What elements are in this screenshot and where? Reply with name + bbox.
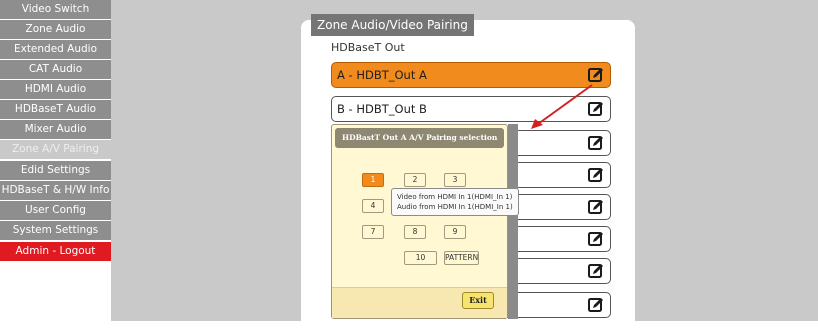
nav-admin-logout[interactable]: Admin - Logout: [0, 242, 111, 261]
edit-icon[interactable]: [587, 230, 605, 248]
source-button-2[interactable]: 2: [404, 173, 426, 187]
nav-mixer-audio[interactable]: Mixer Audio: [0, 120, 111, 139]
exit-button[interactable]: Exit: [462, 292, 494, 309]
source-button-4[interactable]: 4: [362, 199, 384, 213]
source-tooltip: Video from HDMI In 1(HDMI_In 1) Audio fr…: [391, 188, 519, 216]
source-button-3[interactable]: 3: [444, 173, 466, 187]
nav-edid-settings[interactable]: Edid Settings: [0, 161, 111, 180]
edit-icon[interactable]: [587, 198, 605, 216]
zone-label: B - HDBT_Out B: [337, 102, 427, 116]
edit-icon[interactable]: [587, 134, 605, 152]
nav-zone-av-pairing[interactable]: Zone A/V Pairing: [0, 140, 111, 159]
nav-hdbaset-hw-info[interactable]: HDBaseT & H/W Info: [0, 181, 111, 200]
nav-video-switch[interactable]: Video Switch: [0, 0, 111, 19]
zone-label: A - HDBT_Out A: [337, 68, 427, 82]
nav-extended-audio[interactable]: Extended Audio: [0, 40, 111, 59]
edit-icon[interactable]: [587, 66, 605, 84]
tooltip-audio-line: Audio from HDMI In 1(HDMI_In 1): [397, 203, 513, 211]
source-button-pattern[interactable]: PATTERN: [444, 251, 479, 265]
source-button-8[interactable]: 8: [404, 225, 426, 239]
popup-title: HDBastT Out A A/V Pairing selection: [335, 128, 504, 148]
zone-row-b[interactable]: B - HDBT_Out B: [331, 96, 611, 122]
edit-icon[interactable]: [587, 262, 605, 280]
nav-user-config[interactable]: User Config: [0, 201, 111, 220]
edit-icon[interactable]: [587, 296, 605, 314]
nav-system-settings[interactable]: System Settings: [0, 221, 111, 240]
pairing-selection-popup: HDBastT Out A A/V Pairing selection: [331, 124, 508, 319]
sidebar-nav: Video Switch Zone Audio Extended Audio C…: [0, 0, 111, 321]
nav-hdmi-audio[interactable]: HDMI Audio: [0, 80, 111, 99]
source-button-1[interactable]: 1: [362, 173, 384, 187]
nav-hdbaset-audio[interactable]: HDBaseT Audio: [0, 100, 111, 119]
section-label: HDBaseT Out: [331, 41, 405, 54]
nav-cat-audio[interactable]: CAT Audio: [0, 60, 111, 79]
source-button-7[interactable]: 7: [362, 225, 384, 239]
page-title: Zone Audio/Video Pairing: [311, 14, 474, 36]
zone-row-a[interactable]: A - HDBT_Out A: [331, 62, 611, 88]
source-button-9[interactable]: 9: [444, 225, 466, 239]
nav-zone-audio[interactable]: Zone Audio: [0, 20, 111, 39]
edit-icon[interactable]: [587, 166, 605, 184]
popup-scrollbar[interactable]: [508, 124, 518, 319]
tooltip-video-line: Video from HDMI In 1(HDMI_In 1): [397, 193, 513, 201]
edit-icon[interactable]: [587, 100, 605, 118]
source-button-10[interactable]: 10: [404, 251, 437, 265]
